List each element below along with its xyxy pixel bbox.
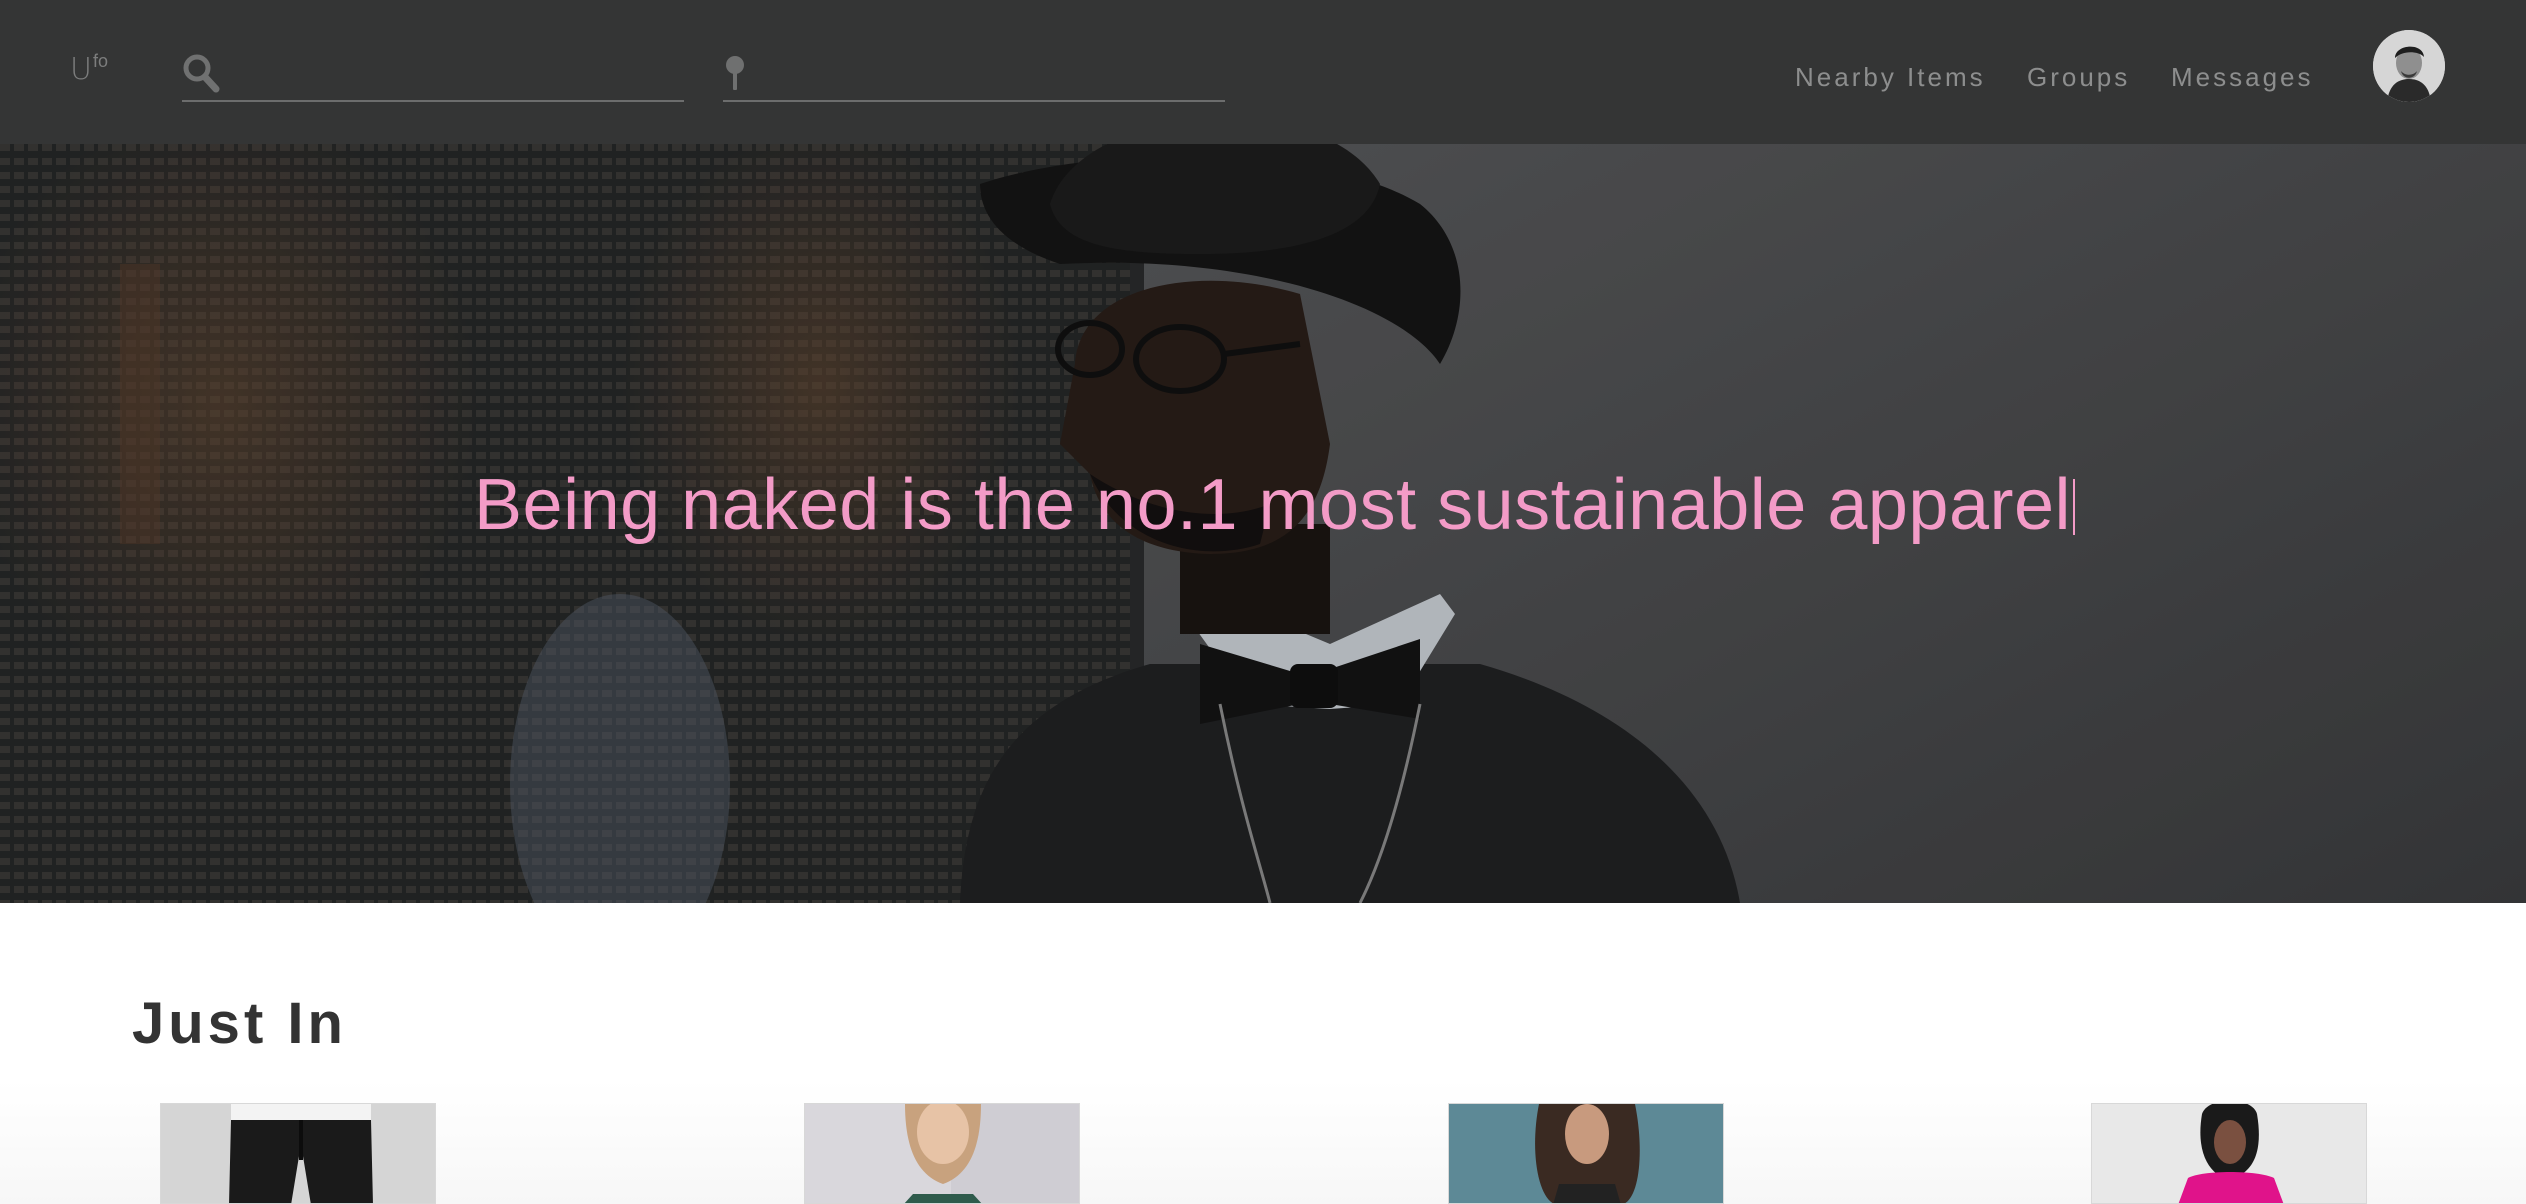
product-card[interactable] — [2091, 1103, 2367, 1204]
location-input[interactable] — [773, 54, 1213, 94]
text-caret — [2073, 479, 2076, 535]
top-navbar: Ufo Nearby Items Groups Messages — [0, 0, 2526, 144]
nav-link-nearby-items[interactable]: Nearby Items — [1795, 62, 1986, 93]
hero-headline: Being naked is the no.1 most sustainable… — [474, 464, 2076, 546]
logo-letter: U — [70, 52, 92, 87]
product-card[interactable] — [160, 1103, 436, 1204]
hero-banner: Being naked is the no.1 most sustainable… — [0, 144, 2526, 903]
product-image-dress — [805, 1104, 1079, 1203]
location-field — [723, 46, 1225, 102]
nav-link-messages[interactable]: Messages — [2171, 62, 2314, 93]
hero-headline-text: Being naked is the no.1 most sustainable… — [474, 465, 2072, 545]
user-avatar[interactable] — [2373, 30, 2445, 102]
product-image-top — [1449, 1104, 1723, 1203]
search-field — [182, 46, 684, 102]
search-icon[interactable] — [182, 52, 222, 96]
product-card[interactable] — [1448, 1103, 1724, 1204]
map-pin-icon[interactable] — [723, 52, 763, 96]
section-title-just-in: Just In — [132, 991, 347, 1056]
product-image-jeans — [161, 1104, 435, 1203]
logo-superscript: fo — [92, 51, 108, 71]
nav-link-groups[interactable]: Groups — [2027, 62, 2130, 93]
product-image-blouse — [2092, 1104, 2366, 1203]
search-input[interactable] — [232, 54, 672, 94]
site-logo[interactable]: Ufo — [70, 51, 108, 87]
product-card[interactable] — [804, 1103, 1080, 1204]
